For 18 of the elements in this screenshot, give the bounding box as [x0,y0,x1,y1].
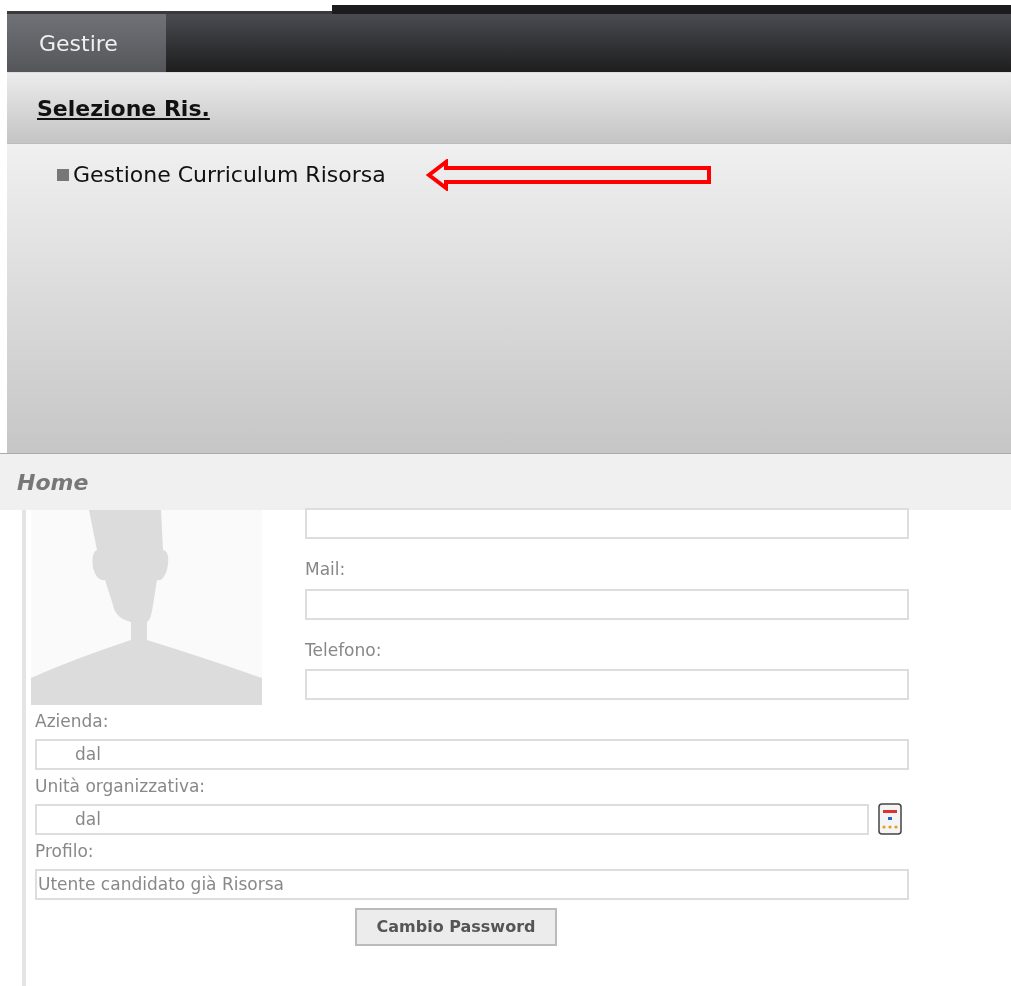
bullet-icon [57,168,69,181]
field-label: Profilo: [35,840,95,863]
input-field[interactable]: dal [35,738,909,770]
field-label: Unità organizzativa: [35,774,207,798]
field-label: Mail: [305,558,347,581]
input-field[interactable]: dal [35,803,869,835]
section-title: Selezione Ris. [37,94,210,123]
menu-tab[interactable]: Gestire [7,14,166,72]
field-label: Azienda: [35,710,110,733]
input-field[interactable] [305,669,909,700]
calculator-icon[interactable] [878,803,902,835]
field-label: Telefono: [305,638,383,662]
input-field[interactable] [305,588,909,620]
breadcrumb: Home [17,468,89,497]
input-field[interactable]: Utente candidato già Risorsa [35,868,909,900]
input-field[interactable] [305,508,909,539]
change-password-button[interactable]: Cambio Password [355,907,557,946]
menu-link[interactable]: Gestione Curriculum Risorsa [73,158,386,191]
